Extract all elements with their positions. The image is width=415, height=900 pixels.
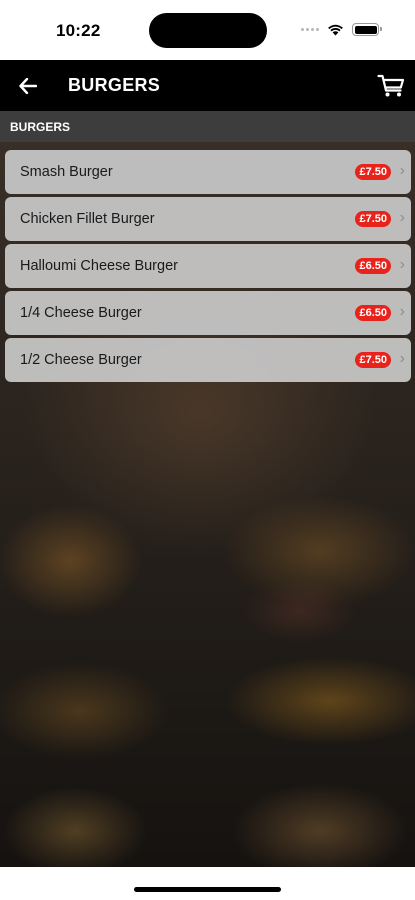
status-indicators — [301, 23, 382, 36]
menu-item-name: Smash Burger — [20, 164, 113, 180]
menu-item-name: Chicken Fillet Burger — [20, 211, 155, 227]
menu-item-name: Halloumi Cheese Burger — [20, 258, 178, 274]
menu-item[interactable]: 1/4 Cheese Burger £6.50 › — [5, 291, 411, 335]
cart-button[interactable] — [373, 68, 409, 104]
dynamic-island — [149, 13, 267, 48]
navigation-bar: BURGERS — [0, 60, 415, 111]
menu-item[interactable]: Smash Burger £7.50 › — [5, 150, 411, 194]
chevron-right-icon: › — [399, 350, 405, 367]
menu-item[interactable]: Halloumi Cheese Burger £6.50 › — [5, 244, 411, 288]
chevron-right-icon: › — [399, 303, 405, 320]
home-indicator[interactable] — [134, 887, 281, 892]
chevron-right-icon: › — [399, 209, 405, 226]
price-badge: £7.50 — [355, 352, 391, 368]
section-header: BURGERS — [0, 111, 415, 142]
price-badge: £6.50 — [355, 305, 391, 321]
menu-item-name: 1/2 Cheese Burger — [20, 352, 142, 368]
menu-item-name: 1/4 Cheese Burger — [20, 305, 142, 321]
section-label: BURGERS — [10, 120, 71, 134]
chevron-right-icon: › — [399, 256, 405, 273]
menu-list: Smash Burger £7.50 › Chicken Fillet Burg… — [5, 150, 411, 385]
home-indicator-area — [0, 867, 415, 900]
price-badge: £7.50 — [355, 164, 391, 180]
back-button[interactable] — [12, 70, 44, 102]
status-time: 10:22 — [56, 21, 101, 40]
chevron-right-icon: › — [399, 162, 405, 179]
battery-icon — [352, 23, 382, 36]
page-title: BURGERS — [68, 75, 161, 95]
menu-content: BURGERS Smash Burger £7.50 › Chicken Fil… — [0, 111, 415, 867]
cellular-signal-icon — [301, 28, 319, 31]
wifi-icon — [328, 24, 343, 35]
price-badge: £6.50 — [355, 258, 391, 274]
status-bar: 10:22 — [0, 0, 415, 60]
menu-item[interactable]: Chicken Fillet Burger £7.50 › — [5, 197, 411, 241]
price-badge: £7.50 — [355, 211, 391, 227]
arrow-left-icon — [19, 78, 37, 94]
shopping-cart-icon — [377, 74, 405, 97]
menu-item[interactable]: 1/2 Cheese Burger £7.50 › — [5, 338, 411, 382]
